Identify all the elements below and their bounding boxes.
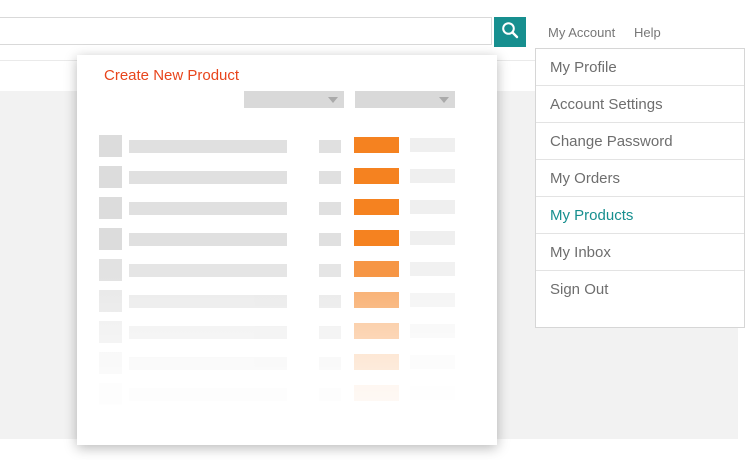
- product-extra-placeholder: [410, 231, 455, 245]
- product-status-badge: [354, 230, 399, 246]
- product-extra-placeholder: [410, 262, 455, 276]
- product-thumbnail: [99, 290, 122, 312]
- product-row[interactable]: [77, 352, 497, 374]
- product-status-badge: [354, 385, 399, 401]
- menu-item-account-settings[interactable]: Account Settings: [536, 86, 744, 123]
- product-thumbnail: [99, 321, 122, 343]
- product-name-placeholder: [129, 171, 287, 184]
- filter-dropdown-1[interactable]: [244, 91, 344, 108]
- product-extra-placeholder: [410, 386, 455, 400]
- product-extra-placeholder: [410, 324, 455, 338]
- product-quantity-placeholder: [319, 357, 341, 370]
- product-name-placeholder: [129, 202, 287, 215]
- product-thumbnail: [99, 166, 122, 188]
- product-name-placeholder: [129, 264, 287, 277]
- product-status-badge: [354, 168, 399, 184]
- create-new-product-link[interactable]: Create New Product: [104, 67, 239, 84]
- product-row[interactable]: [77, 135, 497, 157]
- product-status-badge: [354, 261, 399, 277]
- product-name-placeholder: [129, 233, 287, 246]
- product-row[interactable]: [77, 383, 497, 405]
- product-row[interactable]: [77, 259, 497, 281]
- filter-dropdown-2[interactable]: [355, 91, 455, 108]
- product-status-badge: [354, 354, 399, 370]
- product-name-placeholder: [129, 357, 287, 370]
- product-status-badge: [354, 199, 399, 215]
- product-extra-placeholder: [410, 169, 455, 183]
- product-thumbnail: [99, 135, 122, 157]
- product-thumbnail: [99, 197, 122, 219]
- my-account-link[interactable]: My Account: [548, 25, 615, 40]
- search-input[interactable]: [0, 17, 492, 45]
- menu-item-my-profile[interactable]: My Profile: [536, 49, 744, 86]
- product-extra-placeholder: [410, 293, 455, 307]
- product-status-badge: [354, 292, 399, 308]
- product-quantity-placeholder: [319, 171, 341, 184]
- product-quantity-placeholder: [319, 233, 341, 246]
- menu-item-change-password[interactable]: Change Password: [536, 123, 744, 160]
- product-quantity-placeholder: [319, 326, 341, 339]
- menu-item-my-products[interactable]: My Products: [536, 197, 744, 234]
- product-status-badge: [354, 137, 399, 153]
- product-quantity-placeholder: [319, 140, 341, 153]
- product-name-placeholder: [129, 388, 287, 401]
- account-dropdown-menu: My Profile Account Settings Change Passw…: [535, 48, 745, 328]
- menu-item-sign-out[interactable]: Sign Out: [536, 271, 744, 308]
- product-name-placeholder: [129, 140, 287, 153]
- product-row[interactable]: [77, 166, 497, 188]
- product-thumbnail: [99, 383, 122, 405]
- product-quantity-placeholder: [319, 264, 341, 277]
- product-quantity-placeholder: [319, 202, 341, 215]
- product-extra-placeholder: [410, 200, 455, 214]
- chevron-down-icon: [328, 97, 338, 103]
- product-name-placeholder: [129, 295, 287, 308]
- product-name-placeholder: [129, 326, 287, 339]
- product-quantity-placeholder: [319, 388, 341, 401]
- search-button[interactable]: [494, 17, 526, 47]
- product-row[interactable]: [77, 290, 497, 312]
- search-icon: [501, 21, 519, 44]
- create-product-card: Create New Product: [77, 55, 497, 445]
- product-thumbnail: [99, 228, 122, 250]
- menu-item-my-inbox[interactable]: My Inbox: [536, 234, 744, 271]
- product-extra-placeholder: [410, 355, 455, 369]
- chevron-down-icon: [439, 97, 449, 103]
- product-row[interactable]: [77, 197, 497, 219]
- product-status-badge: [354, 323, 399, 339]
- product-row[interactable]: [77, 228, 497, 250]
- product-thumbnail: [99, 352, 122, 374]
- product-thumbnail: [99, 259, 122, 281]
- product-extra-placeholder: [410, 138, 455, 152]
- product-quantity-placeholder: [319, 295, 341, 308]
- product-row[interactable]: [77, 321, 497, 343]
- help-link[interactable]: Help: [634, 25, 661, 40]
- menu-item-my-orders[interactable]: My Orders: [536, 160, 744, 197]
